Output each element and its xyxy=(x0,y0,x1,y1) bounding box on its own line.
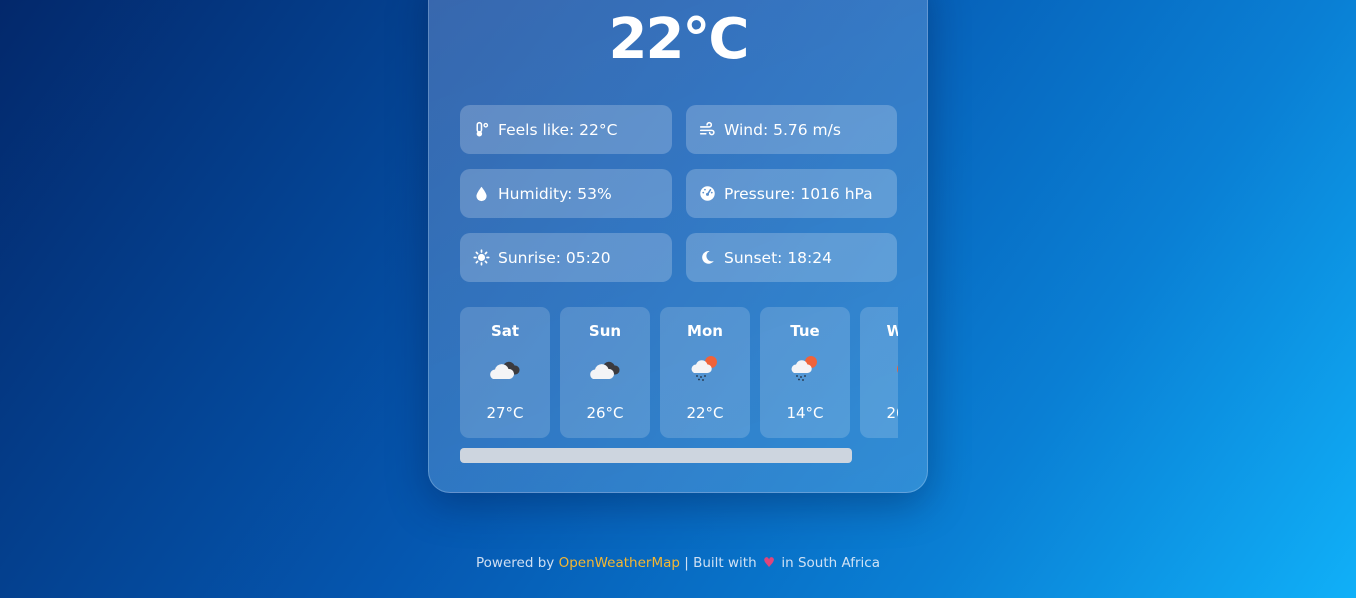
droplet-icon xyxy=(472,185,490,203)
wind-icon xyxy=(698,121,716,139)
gauge-icon xyxy=(698,185,716,203)
forecast-day-name: Sun xyxy=(588,322,622,340)
forecast-temp: 26°C xyxy=(586,404,624,422)
forecast-day: Sun 26°C xyxy=(560,307,650,438)
rain-sun-icon xyxy=(691,356,717,381)
sun-icon xyxy=(472,249,490,267)
moon-icon xyxy=(698,249,716,267)
cloudy-icon xyxy=(490,361,520,379)
pressure-label: Pressure: 1016 hPa xyxy=(724,184,873,203)
forecast-day-name: Wed xyxy=(886,322,898,340)
weather-card: 22°C Feels like: 22°C Wind: 5.76 m/s Hum… xyxy=(428,0,928,493)
current-temperature: 22°C xyxy=(608,7,749,72)
forecast-strip[interactable]: Sat 27°C Sun 26°C Mon 22°C Tue 14°C W 2 xyxy=(460,307,898,438)
sunrise-box: Sunrise: 05:20 xyxy=(460,233,672,282)
footer-built-with: | Built with xyxy=(684,555,757,571)
forecast-temp: 27°C xyxy=(486,404,524,422)
sun-icon xyxy=(897,365,898,373)
sunset-label: Sunset: 18:24 xyxy=(724,248,832,267)
feels-like-box: Feels like: 22°C xyxy=(460,105,672,154)
forecast-day: Mon 22°C xyxy=(660,307,750,438)
forecast-day: Wed 20°C xyxy=(860,307,898,438)
forecast-day-name: Tue xyxy=(790,322,820,340)
sunrise-label: Sunrise: 05:20 xyxy=(498,248,611,267)
humidity-box: Humidity: 53% xyxy=(460,169,672,218)
sunset-box: Sunset: 18:24 xyxy=(686,233,897,282)
forecast-temp: 22°C xyxy=(686,404,724,422)
feels-like-label: Feels like: 22°C xyxy=(498,120,618,139)
footer-location: in South Africa xyxy=(781,555,880,571)
forecast-day-name: Sat xyxy=(490,322,520,340)
footer: Powered by OpenWeatherMap | Built with ♥… xyxy=(0,555,1356,571)
thermometer-icon xyxy=(472,121,490,139)
cloudy-icon xyxy=(590,361,620,379)
forecast-day-name: Mon xyxy=(687,322,723,340)
heart-icon: ♥ xyxy=(762,555,776,571)
wind-label: Wind: 5.76 m/s xyxy=(724,120,841,139)
forecast-day: Tue 14°C xyxy=(760,307,850,438)
humidity-label: Humidity: 53% xyxy=(498,184,612,203)
forecast-temp: 14°C xyxy=(786,404,824,422)
forecast-day: Sat 27°C xyxy=(460,307,550,438)
pressure-box: Pressure: 1016 hPa xyxy=(686,169,897,218)
forecast-scrollbar[interactable] xyxy=(460,448,852,463)
rain-sun-icon xyxy=(791,356,817,381)
wind-box: Wind: 5.76 m/s xyxy=(686,105,897,154)
forecast-temp: 20°C xyxy=(886,404,898,422)
openweathermap-link[interactable]: OpenWeatherMap xyxy=(559,555,680,571)
footer-powered-by: Powered by xyxy=(476,555,555,571)
